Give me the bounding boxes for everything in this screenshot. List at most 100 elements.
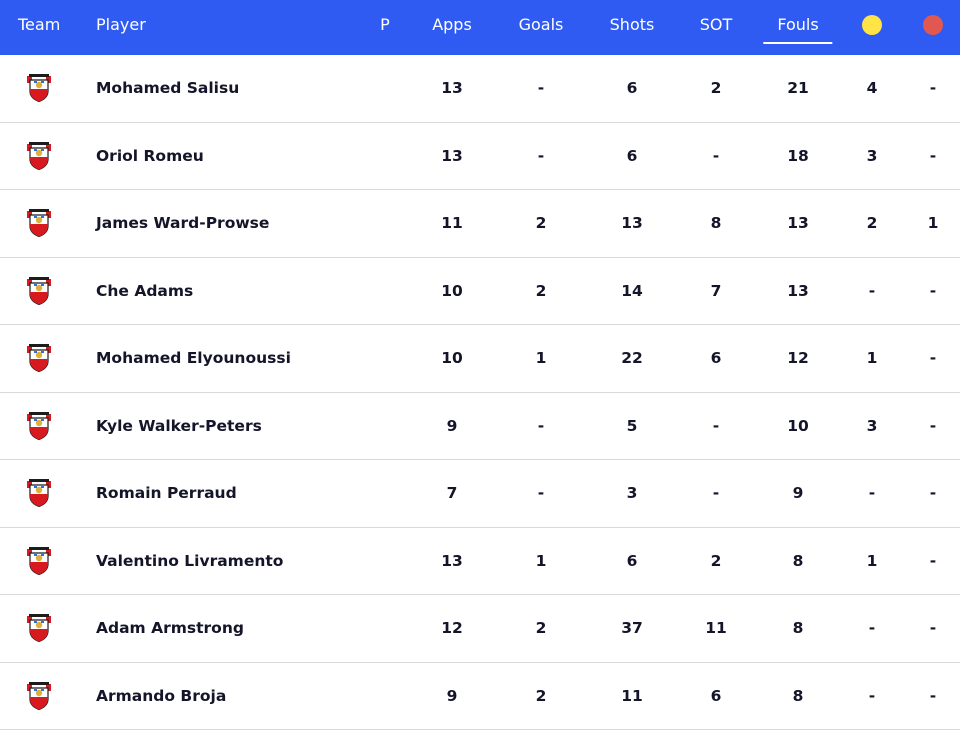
stat-fouls: 13 — [787, 281, 809, 300]
table-row[interactable]: Mohamed Elyounoussi 10 1 22 6 12 1 - — [0, 325, 960, 393]
stat-goals: 1 — [535, 349, 547, 367]
column-header-team[interactable]: Team — [18, 0, 60, 55]
stat-shots: 5 — [626, 416, 638, 435]
stat-shots: 11 — [621, 686, 643, 705]
stat-fouls: 8 — [792, 551, 804, 570]
stat-fouls: 18 — [787, 146, 809, 165]
player-name-link[interactable]: Valentino Livramento — [96, 528, 283, 595]
stat-sot: - — [712, 416, 720, 435]
stat-shots: 6 — [626, 79, 638, 97]
table-row[interactable]: Kyle Walker-Peters 9 - 5 - 10 3 - — [0, 393, 960, 460]
column-header-red-cards[interactable] — [923, 0, 943, 55]
yellow-card-icon — [862, 15, 882, 35]
stat-red: - — [929, 281, 937, 300]
stat-goals: 2 — [535, 214, 547, 232]
column-header-sot[interactable]: SOT — [700, 0, 733, 55]
stat-shots: 22 — [621, 349, 643, 367]
table-row[interactable]: Oriol Romeu 13 - 6 - 18 3 - — [0, 123, 960, 190]
stat-sot: 6 — [710, 349, 722, 367]
stat-goals: - — [537, 416, 545, 435]
column-header-player[interactable]: Player — [96, 0, 146, 55]
stat-yellow: - — [868, 281, 876, 300]
stat-red: - — [929, 484, 937, 502]
stat-fouls: 9 — [792, 484, 804, 502]
stat-goals: - — [537, 146, 545, 165]
stat-apps: 9 — [446, 416, 458, 435]
stat-goals: - — [537, 79, 545, 97]
stat-yellow: 1 — [866, 551, 878, 570]
stat-yellow: 2 — [866, 214, 878, 232]
southampton-crest-icon — [26, 141, 52, 170]
player-name-link[interactable]: Armando Broja — [96, 663, 226, 730]
table-row[interactable]: Valentino Livramento 13 1 6 2 8 1 - — [0, 528, 960, 595]
table-row[interactable]: Mohamed Salisu 13 - 6 2 21 4 - — [0, 55, 960, 123]
table-body: Mohamed Salisu 13-6 2 21 4- Oriol Romeu 13-6-… — [0, 55, 960, 730]
stat-shots: 6 — [626, 146, 638, 165]
player-name-link[interactable]: Kyle Walker-Peters — [96, 393, 262, 460]
red-card-icon — [923, 15, 943, 35]
stat-goals: 2 — [535, 686, 547, 705]
table-row[interactable]: Adam Armstrong 12 2 37 11 8 - - — [0, 595, 960, 663]
southampton-crest-icon — [26, 411, 52, 440]
stat-yellow: 4 — [866, 79, 878, 97]
player-name-link[interactable]: Mohamed Elyounoussi — [96, 325, 291, 392]
column-header-goals[interactable]: Goals — [519, 0, 564, 55]
stat-yellow: - — [868, 686, 876, 705]
stat-fouls: 8 — [792, 686, 804, 705]
stat-yellow: - — [868, 619, 876, 637]
stat-sot: 11 — [705, 619, 727, 637]
southampton-crest-icon — [26, 209, 52, 238]
column-header-p[interactable]: P — [380, 0, 390, 55]
column-header-fouls[interactable]: Fouls — [763, 0, 834, 55]
stat-sot: 6 — [710, 686, 722, 705]
table-row[interactable]: Romain Perraud 7 - 3 - 9 - - — [0, 460, 960, 528]
table-row[interactable]: James Ward-Prowse 11 2 13 8 13 2 1 — [0, 190, 960, 258]
column-header-yellow-cards[interactable] — [862, 0, 882, 55]
stat-sot: 8 — [710, 214, 722, 232]
stat-red: - — [929, 349, 937, 367]
southampton-crest-icon — [26, 276, 52, 305]
southampton-crest-icon — [26, 614, 52, 643]
stat-sot: 2 — [710, 79, 722, 97]
player-name-link[interactable]: Oriol Romeu — [96, 123, 204, 190]
table-row[interactable]: Che Adams 10 2 14 7 13 - - — [0, 258, 960, 325]
stat-red: - — [929, 79, 937, 97]
stat-apps: 9 — [446, 686, 458, 705]
southampton-crest-icon — [26, 479, 52, 508]
player-name-link[interactable]: Romain Perraud — [96, 460, 237, 527]
table-header: Team Player P Apps Goals Shots SOT Fouls — [0, 0, 960, 55]
stat-fouls: 10 — [787, 416, 809, 435]
table-row[interactable]: Armando Broja 9 2 11 6 8 - - — [0, 663, 960, 730]
stat-sot: 7 — [710, 281, 722, 300]
stat-shots: 13 — [621, 214, 643, 232]
stat-sot: - — [712, 146, 720, 165]
stat-yellow: 1 — [866, 349, 878, 367]
stat-red: - — [929, 686, 937, 705]
stat-apps: 10 — [441, 281, 463, 300]
stat-sot: 2 — [710, 551, 722, 570]
stat-yellow: 3 — [866, 146, 878, 165]
stat-yellow: 3 — [866, 416, 878, 435]
stat-fouls: 8 — [792, 619, 804, 637]
stat-apps: 10 — [441, 349, 463, 367]
column-header-apps[interactable]: Apps — [432, 0, 472, 55]
stat-shots: 14 — [621, 281, 643, 300]
stat-apps: 13 — [441, 79, 463, 97]
player-name-link[interactable]: Adam Armstrong — [96, 595, 244, 662]
player-name-link[interactable]: Mohamed Salisu — [96, 55, 239, 122]
stat-shots: 37 — [621, 619, 643, 637]
stat-goals: 1 — [535, 551, 547, 570]
column-header-shots[interactable]: Shots — [610, 0, 655, 55]
stat-yellow: - — [868, 484, 876, 502]
stat-apps: 13 — [441, 146, 463, 165]
stat-apps: 11 — [441, 214, 463, 232]
southampton-crest-icon — [26, 681, 52, 710]
player-name-link[interactable]: Che Adams — [96, 258, 193, 325]
player-name-link[interactable]: James Ward-Prowse — [96, 190, 269, 257]
player-stats-table: Team Player P Apps Goals Shots SOT Fouls… — [0, 0, 960, 730]
stat-red: - — [929, 416, 937, 435]
stat-apps: 7 — [446, 484, 458, 502]
stat-sot: - — [712, 484, 720, 502]
stat-goals: 2 — [535, 619, 547, 637]
southampton-crest-icon — [26, 546, 52, 575]
